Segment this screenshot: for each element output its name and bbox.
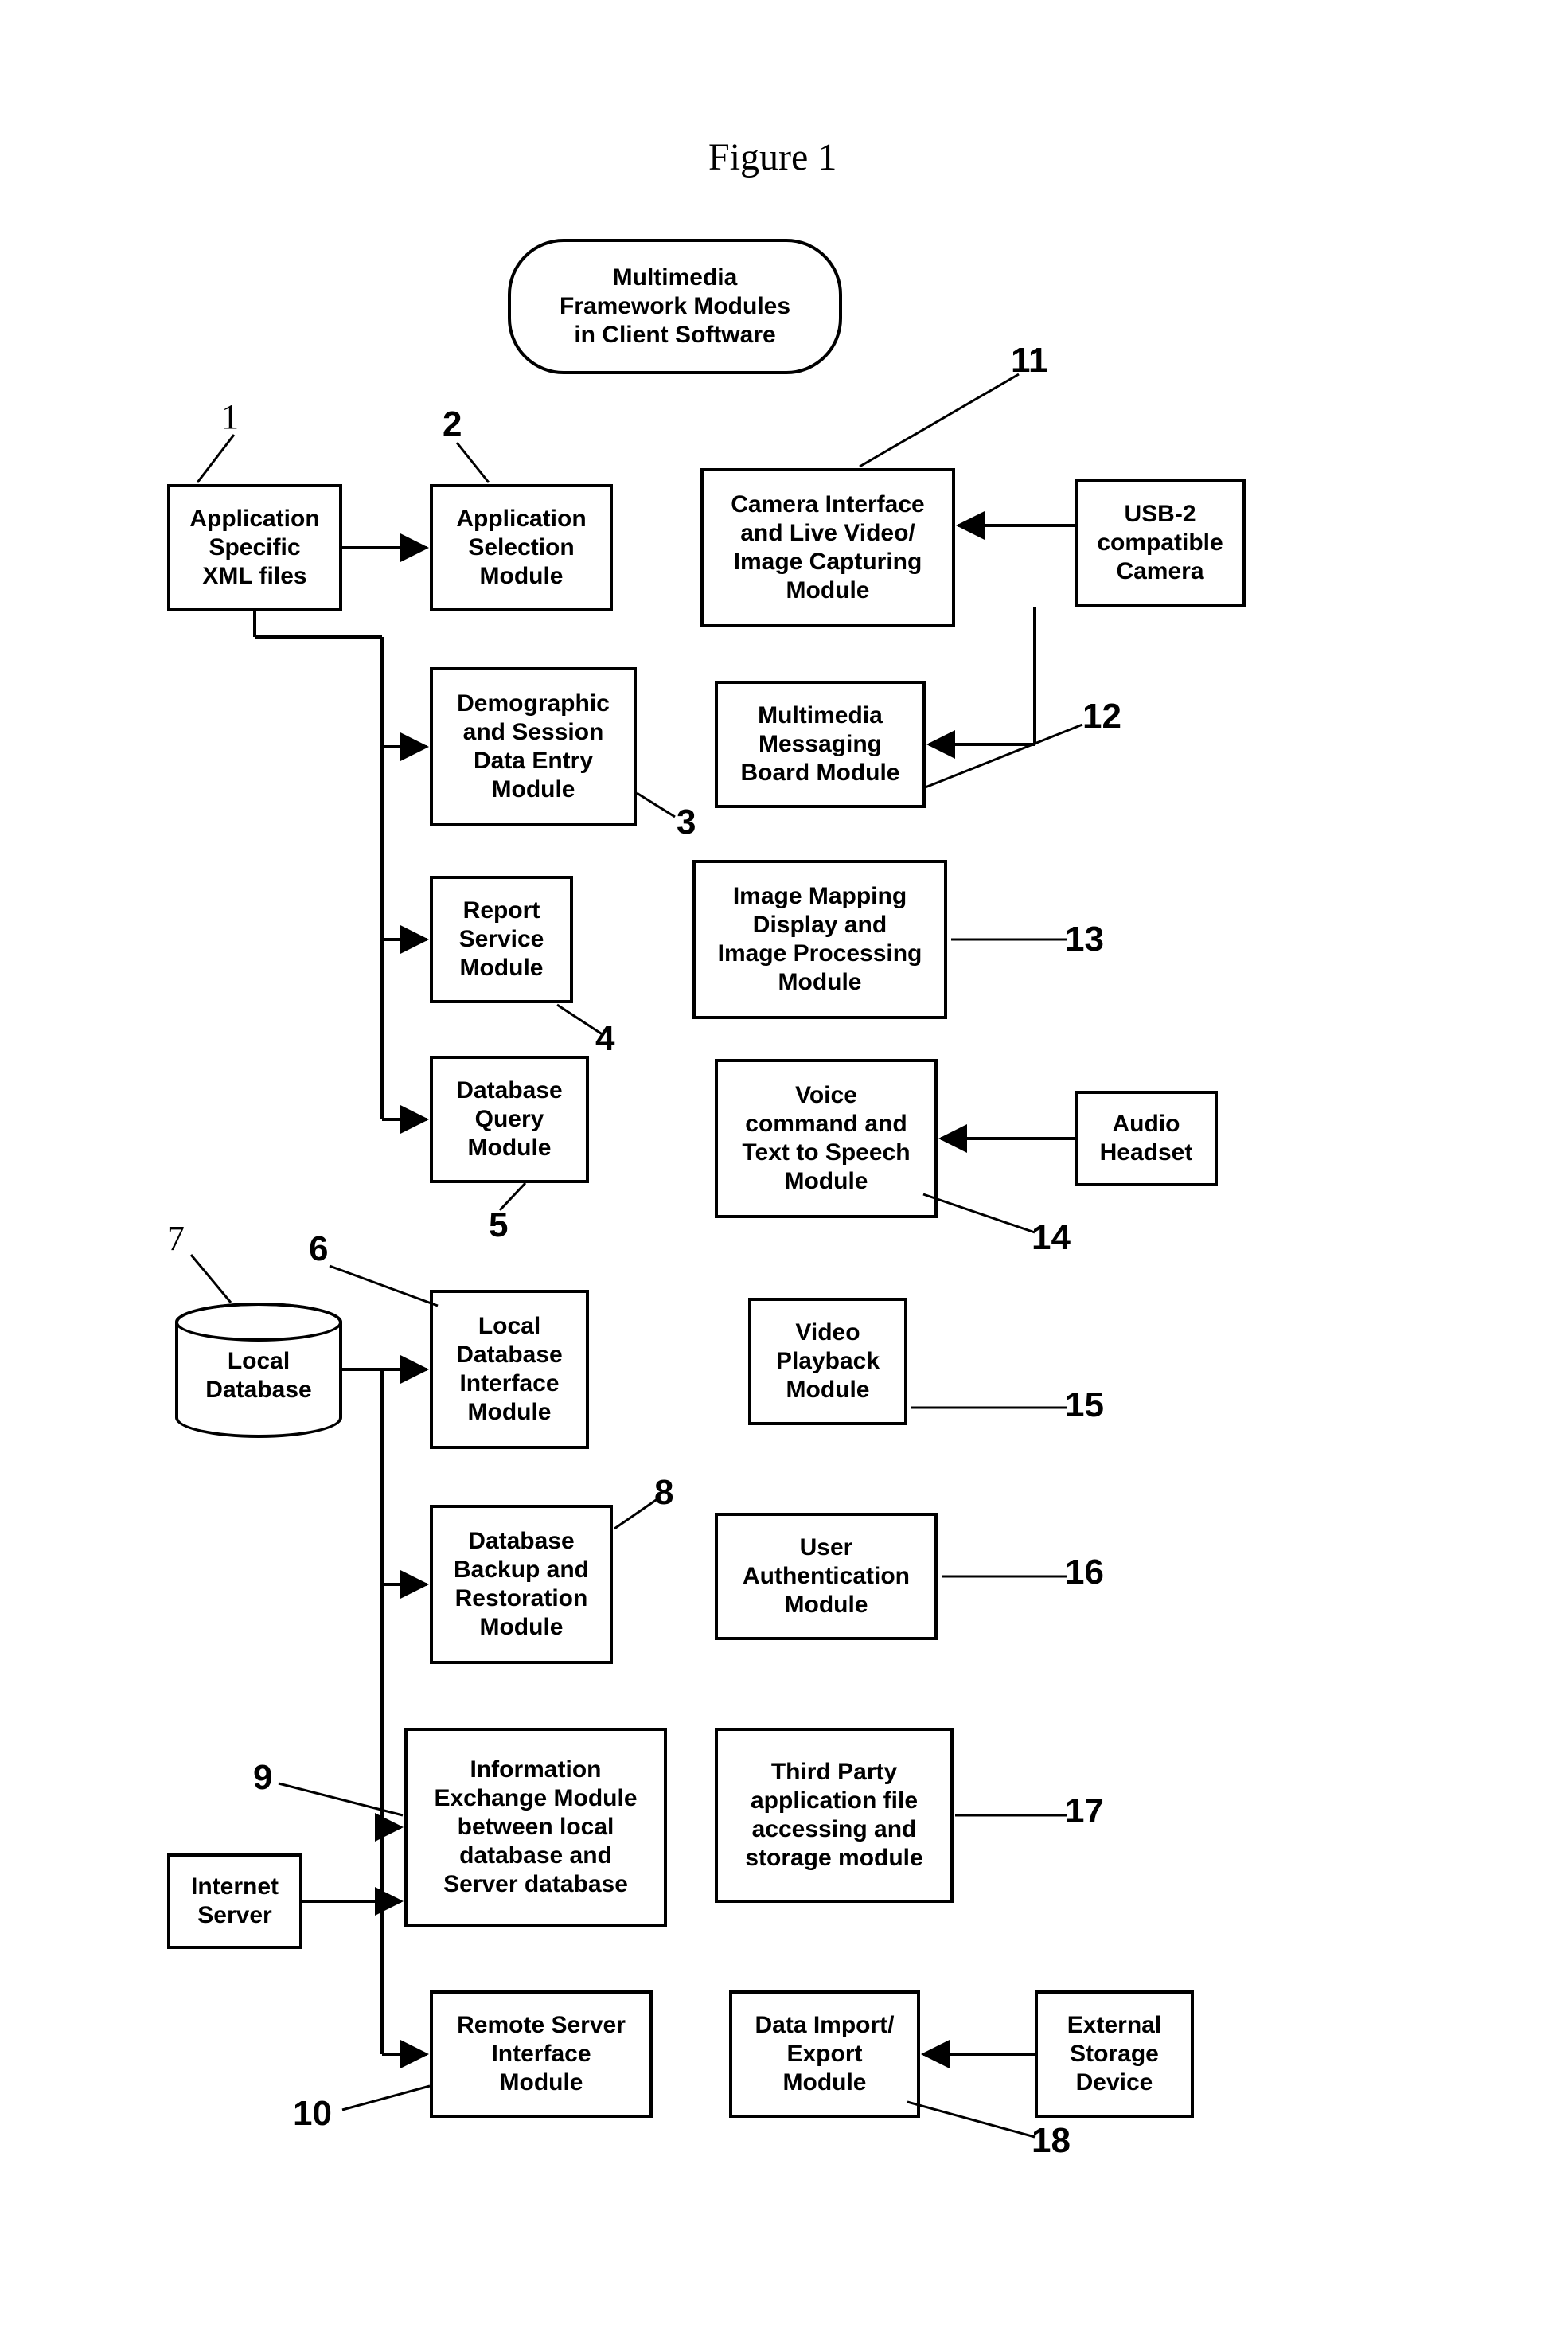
ref-2: 2	[443, 404, 462, 444]
box-internet-server: InternetServer	[167, 1853, 302, 1949]
box-third-party: Third Partyapplication fileaccessing and…	[715, 1728, 954, 1903]
box-video-playback: VideoPlaybackModule	[748, 1298, 907, 1425]
ref-6: 6	[309, 1229, 328, 1269]
ref-10: 10	[293, 2094, 332, 2134]
box-data-import-export: Data Import/ExportModule	[729, 1990, 920, 2118]
box-external-storage: ExternalStorageDevice	[1035, 1990, 1194, 2118]
box-audio-headset: AudioHeadset	[1075, 1091, 1218, 1186]
ref-3: 3	[677, 803, 696, 842]
ref-12: 12	[1082, 697, 1121, 736]
ref-15: 15	[1065, 1385, 1104, 1425]
box-db-backup-restore: DatabaseBackup andRestorationModule	[430, 1505, 613, 1664]
box-xml-files: ApplicationSpecificXML files	[167, 484, 342, 611]
box-demographic-session: Demographicand SessionData EntryModule	[430, 667, 637, 826]
ref-14: 14	[1032, 1218, 1071, 1258]
cylinder-local-database: LocalDatabase	[175, 1303, 342, 1438]
ref-17: 17	[1065, 1791, 1104, 1831]
box-report-service: ReportServiceModule	[430, 876, 573, 1003]
ref-4: 4	[595, 1019, 614, 1059]
figure-title: Figure 1	[708, 135, 837, 179]
box-image-mapping: Image MappingDisplay andImage Processing…	[692, 860, 947, 1019]
box-info-exchange: InformationExchange Modulebetween locald…	[404, 1728, 667, 1927]
ref-7: 7	[167, 1218, 185, 1259]
ref-1: 1	[221, 396, 239, 437]
ref-9: 9	[253, 1758, 272, 1798]
box-local-db-interface: LocalDatabaseInterfaceModule	[430, 1290, 589, 1449]
ref-18: 18	[1032, 2121, 1071, 2161]
box-camera-interface: Camera Interfaceand Live Video/Image Cap…	[700, 468, 955, 627]
ref-5: 5	[489, 1205, 508, 1245]
box-database-query: DatabaseQueryModule	[430, 1056, 589, 1183]
box-usb-camera: USB-2compatibleCamera	[1075, 479, 1246, 607]
box-voice-command: Voicecommand andText to SpeechModule	[715, 1059, 938, 1218]
ref-13: 13	[1065, 920, 1104, 959]
box-remote-server-interface: Remote ServerInterfaceModule	[430, 1990, 653, 2118]
ref-11: 11	[1011, 341, 1048, 381]
box-user-auth: UserAuthenticationModule	[715, 1513, 938, 1640]
ref-8: 8	[654, 1473, 673, 1513]
box-application-selection: ApplicationSelectionModule	[430, 484, 613, 611]
header-pill: MultimediaFramework Modulesin Client Sof…	[508, 239, 842, 374]
ref-16: 16	[1065, 1553, 1104, 1592]
box-multimedia-messaging: MultimediaMessagingBoard Module	[715, 681, 926, 808]
